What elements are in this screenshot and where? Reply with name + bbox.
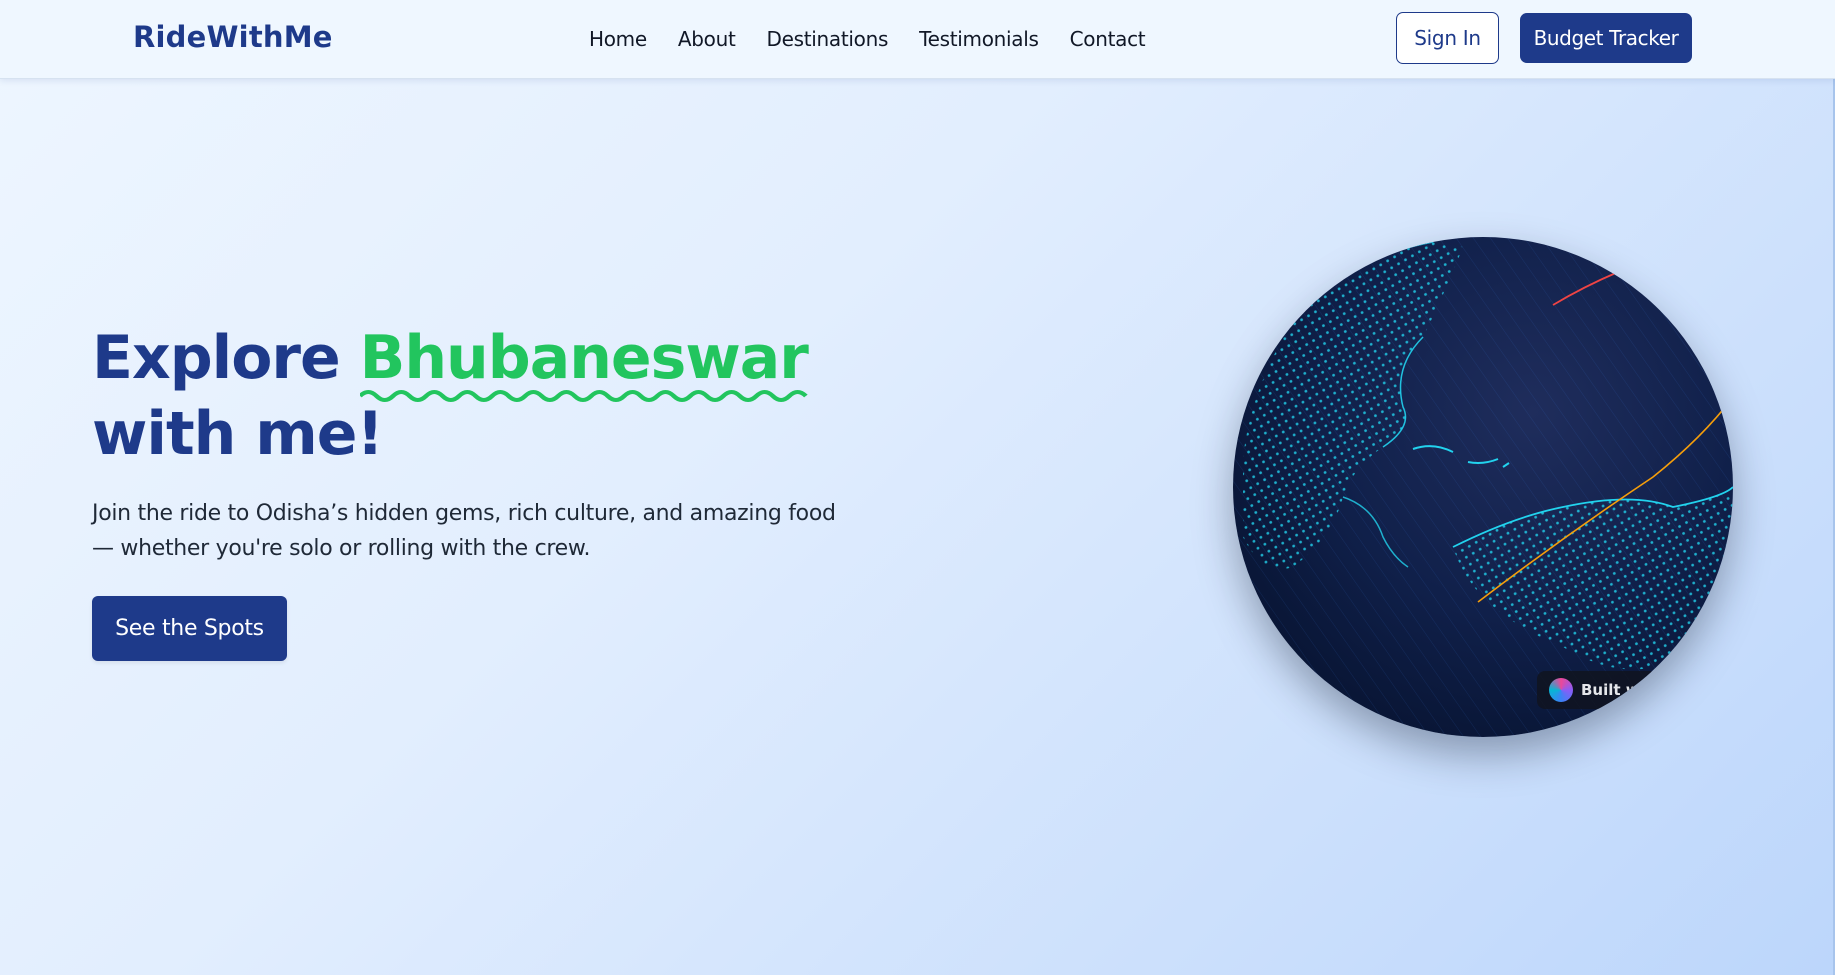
hero-title-highlight: Bhubaneswar — [359, 320, 809, 402]
sign-in-button[interactable]: Sign In — [1396, 12, 1499, 64]
budget-tracker-button[interactable]: Budget Tracker — [1520, 13, 1692, 63]
hero-title: Explore Bhubaneswar with me! — [92, 320, 809, 472]
nav-about[interactable]: About — [678, 27, 736, 51]
brand-logo[interactable]: RideWithMe — [133, 20, 333, 54]
nav-testimonials[interactable]: Testimonials — [919, 27, 1039, 51]
site-header: RideWithMe Home About Destinations Testi… — [0, 0, 1835, 79]
see-spots-button[interactable]: See the Spots — [92, 596, 287, 661]
nav-destinations[interactable]: Destinations — [767, 27, 889, 51]
hero-highlight-text: Bhubaneswar — [359, 323, 809, 393]
hero-subtitle: Join the ride to Odisha’s hidden gems, r… — [92, 501, 836, 561]
nav-contact[interactable]: Contact — [1070, 27, 1146, 51]
nav-home[interactable]: Home — [589, 27, 647, 51]
hero-title-prefix: Explore — [92, 323, 360, 393]
hero-title-suffix: with me! — [92, 399, 384, 469]
main-nav: Home About Destinations Testimonials Con… — [589, 27, 1146, 51]
squiggle-underline-icon — [359, 390, 808, 402]
globe-image — [1233, 237, 1733, 737]
